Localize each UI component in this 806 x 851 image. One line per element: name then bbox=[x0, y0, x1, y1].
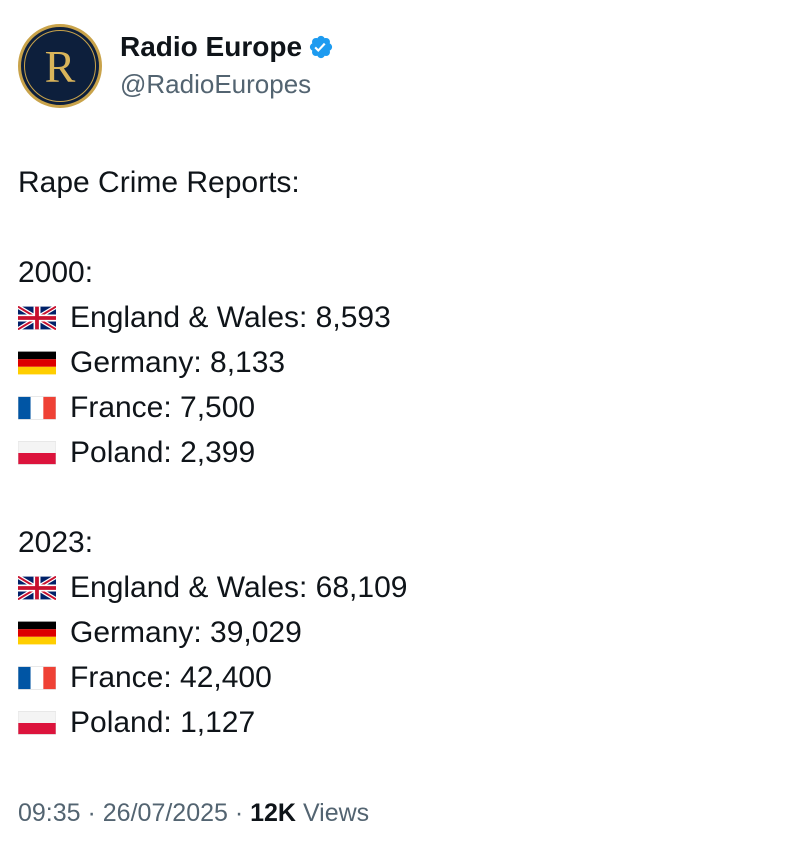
year-heading: 2000: bbox=[18, 256, 94, 289]
post-date: 26/07/2025 bbox=[102, 799, 228, 827]
post-time: 09:35 bbox=[18, 799, 81, 827]
flag-poland-icon bbox=[18, 440, 56, 465]
stat-text: England & Wales: 68,109 bbox=[70, 571, 408, 604]
flag-poland-icon bbox=[18, 710, 56, 735]
flag-france-icon bbox=[18, 665, 56, 690]
post-intro: Rape Crime Reports: bbox=[18, 166, 300, 199]
avatar-logo-letter: R bbox=[44, 41, 76, 92]
tweet-footer: 09:35 · 26/07/2025 · 12K Views bbox=[18, 796, 369, 830]
stat-row: England & Wales: 68,109 bbox=[18, 565, 407, 610]
stat-text: France: 42,400 bbox=[70, 661, 272, 694]
views-label: Views bbox=[296, 799, 370, 827]
flag-france-icon bbox=[18, 395, 56, 420]
avatar[interactable]: R bbox=[18, 24, 102, 108]
stat-text: Germany: 39,029 bbox=[70, 616, 302, 649]
stat-row: Germany: 39,029 bbox=[18, 610, 407, 655]
flag-germany-icon bbox=[18, 351, 56, 375]
stat-row: England & Wales: 8,593 bbox=[18, 295, 407, 340]
stat-text: France: 7,500 bbox=[70, 391, 256, 424]
display-name[interactable]: Radio Europe bbox=[120, 30, 302, 64]
stat-row: France: 7,500 bbox=[18, 385, 407, 430]
avatar-ring: R bbox=[24, 30, 96, 102]
flag-germany-icon bbox=[18, 621, 56, 645]
stat-row: Poland: 1,127 bbox=[18, 700, 407, 745]
stat-text: Poland: 2,399 bbox=[70, 436, 256, 469]
stat-text: England & Wales: 8,593 bbox=[70, 301, 391, 334]
stat-text: Poland: 1,127 bbox=[70, 706, 256, 739]
author-handle[interactable]: @RadioEuropes bbox=[120, 66, 334, 102]
author-names: Radio Europe @RadioEuropes bbox=[120, 30, 334, 102]
stat-text: Germany: 8,133 bbox=[70, 346, 286, 379]
tweet-text: Rape Crime Reports: 2000: England & Wale… bbox=[18, 160, 407, 745]
separator: · bbox=[227, 799, 251, 827]
stat-row: Germany: 8,133 bbox=[18, 340, 407, 385]
flag-uk-icon bbox=[18, 305, 56, 330]
views-link[interactable]: 12K Views bbox=[250, 799, 369, 827]
year-heading: 2023: bbox=[18, 526, 94, 559]
tweet-header: R Radio Europe @RadioEuropes bbox=[18, 24, 334, 108]
tweet-card: R Radio Europe @RadioEuropes Rape Crime … bbox=[0, 0, 806, 851]
views-count: 12K bbox=[250, 799, 296, 827]
separator: · bbox=[80, 799, 103, 827]
verified-badge-icon bbox=[308, 34, 334, 60]
display-name-row: Radio Europe bbox=[120, 30, 334, 64]
stat-row: Poland: 2,399 bbox=[18, 430, 407, 475]
timestamp-link[interactable]: 09:35 · 26/07/2025 bbox=[18, 799, 228, 827]
flag-uk-icon bbox=[18, 575, 56, 600]
stat-row: France: 42,400 bbox=[18, 655, 407, 700]
